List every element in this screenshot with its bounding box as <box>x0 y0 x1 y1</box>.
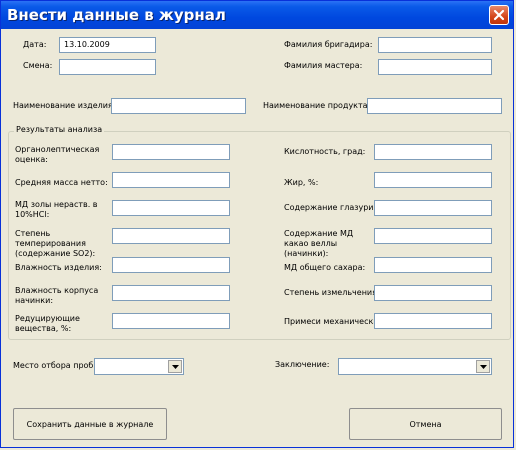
analysis-right-label: Содержание МД какао веллы (начинки): <box>284 229 354 258</box>
close-button[interactable] <box>489 5 509 25</box>
analysis-left-label: Органолептическая оценка: <box>15 145 100 164</box>
analysis-right-label: Примеси механические: <box>284 317 387 326</box>
product-name-label: Наименование продукта: <box>263 101 371 110</box>
analysis-group-title: Результаты анализа <box>14 125 105 135</box>
brigadier-label: Фамилия бригадира: <box>284 40 373 49</box>
analysis-right-label: Содержание глазури: <box>284 203 377 212</box>
master-label: Фамилия мастера: <box>284 61 363 70</box>
product-name-field[interactable] <box>367 98 502 114</box>
analysis-left-field[interactable] <box>112 172 230 188</box>
date-label: Дата: <box>23 40 47 49</box>
analysis-right-label: МД общего сахара: <box>284 263 366 272</box>
analysis-left-field[interactable] <box>112 285 230 301</box>
master-field[interactable] <box>378 59 492 75</box>
sample-place-label: Место отбора пробы: <box>13 361 103 370</box>
sample-place-combobox[interactable] <box>94 358 184 375</box>
analysis-left-field[interactable] <box>112 200 230 216</box>
item-name-field[interactable] <box>111 98 246 114</box>
analysis-right-label: Жир, %: <box>284 178 319 187</box>
analysis-left-label: Средняя масса нетто: <box>15 178 108 187</box>
shift-field[interactable] <box>59 59 156 75</box>
analysis-left-label: Редуцирующие вещества, %: <box>15 314 80 333</box>
analysis-right-field[interactable] <box>374 144 492 160</box>
analysis-right-field[interactable] <box>374 228 492 244</box>
analysis-left-label: МД золы нераств. в 10%HCl: <box>15 200 98 219</box>
analysis-right-label: Кислотность, град: <box>284 147 366 156</box>
analysis-left-field[interactable] <box>112 257 230 273</box>
chevron-down-icon <box>171 364 179 369</box>
analysis-right-label: Степень измельчения: <box>284 288 380 297</box>
analysis-left-label: Влажность изделия: <box>15 263 102 272</box>
date-field[interactable]: 13.10.2009 <box>59 37 156 53</box>
chevron-down-icon <box>479 364 487 369</box>
analysis-right-field[interactable] <box>374 200 492 216</box>
window-title: Внести данные в журнал <box>7 6 226 24</box>
analysis-right-field[interactable] <box>374 257 492 273</box>
analysis-left-field[interactable] <box>112 313 230 329</box>
brigadier-field[interactable] <box>378 37 492 53</box>
dialog-window: Внести данные в журнал Дата: 13.10.2009 … <box>0 0 514 448</box>
conclusion-label: Заключение: <box>275 360 330 369</box>
conclusion-combobox[interactable] <box>338 358 492 375</box>
cancel-button[interactable]: Отмена <box>349 408 502 440</box>
analysis-left-field[interactable] <box>112 228 230 244</box>
close-icon <box>493 9 505 21</box>
analysis-left-field[interactable] <box>112 144 230 160</box>
shift-label: Смена: <box>23 61 53 70</box>
title-bar[interactable]: Внести данные в журнал <box>1 1 513 29</box>
analysis-left-label: Степень темперирования (содержание SO2): <box>15 229 96 258</box>
analysis-right-field[interactable] <box>374 172 492 188</box>
analysis-right-field[interactable] <box>374 285 492 301</box>
save-button[interactable]: Сохранить данные в журнале <box>13 408 167 440</box>
item-name-label: Наименование изделия: <box>13 101 116 110</box>
analysis-right-field[interactable] <box>374 313 492 329</box>
analysis-left-label: Влажность корпуса начинки: <box>15 286 99 305</box>
sample-place-dropdown-button[interactable] <box>168 360 182 373</box>
conclusion-dropdown-button[interactable] <box>476 360 490 373</box>
